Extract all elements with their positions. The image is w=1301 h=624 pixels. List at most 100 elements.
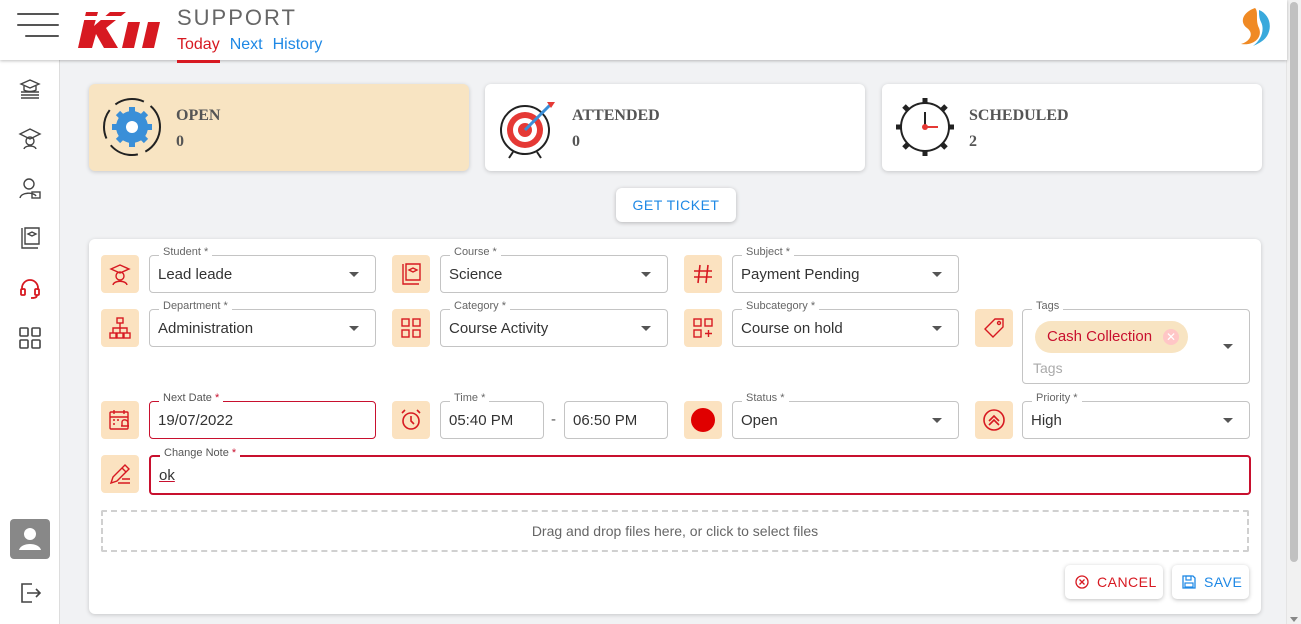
subject-select[interactable]: Subject * Payment Pending xyxy=(732,246,959,293)
ticket-form: Student * Lead leade Course * Science Su… xyxy=(89,239,1261,614)
headset-icon[interactable] xyxy=(18,276,42,300)
courses-icon[interactable] xyxy=(18,76,42,100)
stat-value: 2 xyxy=(969,133,977,150)
next-date-field[interactable]: Next Date * 19/07/2022 xyxy=(149,392,376,439)
end-time-field[interactable]: 06:50 PM xyxy=(564,401,668,439)
chevron-down-icon xyxy=(932,418,942,423)
field-label: Subcategory * xyxy=(742,300,820,312)
sidebar xyxy=(0,60,60,624)
time-separator: - xyxy=(551,411,556,428)
scrollbar-thumb[interactable] xyxy=(1290,2,1298,562)
tags-field[interactable]: Tags Cash Collection ✕ Tags xyxy=(1022,300,1250,384)
tag-chip-label: Cash Collection xyxy=(1047,328,1153,345)
tab-today[interactable]: Today xyxy=(177,36,220,63)
priority-value: High xyxy=(1031,412,1062,429)
category-select[interactable]: Category * Course Activity xyxy=(440,300,668,347)
library-icon[interactable] xyxy=(18,226,42,250)
get-ticket-button[interactable]: GET TICKET xyxy=(616,188,736,222)
stat-value: 0 xyxy=(176,133,184,150)
department-value: Administration xyxy=(158,320,254,337)
end-time-value: 06:50 PM xyxy=(573,412,638,429)
chevron-down-icon xyxy=(932,272,942,277)
status-select[interactable]: Status * Open xyxy=(732,392,959,439)
cancel-label: CANCEL xyxy=(1097,574,1157,590)
tag-icon xyxy=(975,309,1013,347)
field-label: Next Date * xyxy=(159,392,224,404)
change-note-value: ok xyxy=(159,467,175,484)
hash-icon xyxy=(684,255,722,293)
logout-icon[interactable] xyxy=(18,581,42,605)
priority-icon xyxy=(975,401,1013,439)
course-select[interactable]: Course * Science xyxy=(440,246,668,293)
tab-next[interactable]: Next xyxy=(230,36,263,63)
subcategory-value: Course on hold xyxy=(741,320,843,337)
tab-bar: Today Next History xyxy=(177,36,322,63)
kii-logo xyxy=(77,12,163,48)
top-bar: SUPPORT Today Next History xyxy=(0,0,1287,63)
file-dropzone[interactable]: Drag and drop files here, or click to se… xyxy=(101,510,1249,552)
status-value: Open xyxy=(741,412,778,429)
scroll-down-icon[interactable] xyxy=(1290,617,1298,622)
status-icon xyxy=(684,401,722,439)
department-select[interactable]: Department * Administration xyxy=(149,300,376,347)
chevron-down-icon xyxy=(932,326,942,331)
avatar[interactable] xyxy=(10,519,50,559)
subcategory-icon xyxy=(684,309,722,347)
student-select[interactable]: Student * Lead leade xyxy=(149,246,376,293)
start-time-field[interactable]: Time * 05:40 PM xyxy=(440,392,544,439)
category-icon xyxy=(392,309,430,347)
stat-card-attended[interactable]: ATTENDED 0 xyxy=(485,84,865,171)
field-label: Change Note * xyxy=(160,447,241,459)
course-value: Science xyxy=(449,266,503,283)
cancel-icon xyxy=(1075,575,1089,589)
tag-chip[interactable]: Cash Collection ✕ xyxy=(1035,321,1189,353)
stat-value: 0 xyxy=(572,133,580,150)
field-label: Course * xyxy=(450,246,501,258)
subject-value: Payment Pending xyxy=(741,266,860,283)
gear-cycle-icon xyxy=(103,98,161,156)
category-value: Course Activity xyxy=(449,320,549,337)
chevron-down-icon xyxy=(1223,418,1233,423)
stat-label: SCHEDULED xyxy=(969,107,1069,124)
menu-icon[interactable] xyxy=(17,13,59,37)
scrollbar[interactable] xyxy=(1286,0,1301,624)
chevron-down-icon xyxy=(641,326,651,331)
person-icon xyxy=(19,528,41,550)
subcategory-select[interactable]: Subcategory * Course on hold xyxy=(732,300,959,347)
chevron-down-icon xyxy=(349,326,359,331)
cancel-button[interactable]: CANCEL xyxy=(1065,565,1163,599)
stat-label: ATTENDED xyxy=(572,107,660,124)
student-icon xyxy=(101,255,139,293)
change-note-input[interactable]: Change Note * ok xyxy=(149,447,1251,495)
graduate-icon[interactable] xyxy=(18,126,42,150)
tags-placeholder: Tags xyxy=(1033,360,1063,376)
save-icon xyxy=(1182,575,1196,589)
chevron-down-icon xyxy=(349,272,359,277)
stat-card-open[interactable]: OPEN 0 xyxy=(89,84,469,171)
target-icon xyxy=(500,102,555,159)
stat-label: OPEN xyxy=(176,107,221,124)
chevron-down-icon xyxy=(641,272,651,277)
save-label: SAVE xyxy=(1204,574,1243,590)
app-title: SUPPORT xyxy=(177,5,297,30)
alarm-clock-icon xyxy=(392,401,430,439)
field-label: Tags xyxy=(1032,300,1064,312)
course-icon xyxy=(392,255,430,293)
priority-select[interactable]: Priority * High xyxy=(1022,392,1250,439)
next-date-value: 19/07/2022 xyxy=(158,412,234,429)
remove-tag-icon[interactable]: ✕ xyxy=(1163,329,1180,345)
field-label: Priority * xyxy=(1032,392,1082,404)
tab-history[interactable]: History xyxy=(273,36,323,63)
dashboard-icon[interactable] xyxy=(18,326,42,350)
field-label: Status * xyxy=(742,392,789,404)
save-button[interactable]: SAVE xyxy=(1172,565,1249,599)
chevron-down-icon xyxy=(1223,344,1233,349)
field-label: Department * xyxy=(159,300,232,312)
stat-card-scheduled[interactable]: SCHEDULED 2 xyxy=(882,84,1262,171)
department-icon xyxy=(101,309,139,347)
user-icon[interactable] xyxy=(18,176,42,200)
status-dot xyxy=(691,408,715,432)
field-label: Subject * xyxy=(742,246,795,258)
field-label: Time * xyxy=(450,392,490,404)
brand-icon xyxy=(1241,8,1270,46)
